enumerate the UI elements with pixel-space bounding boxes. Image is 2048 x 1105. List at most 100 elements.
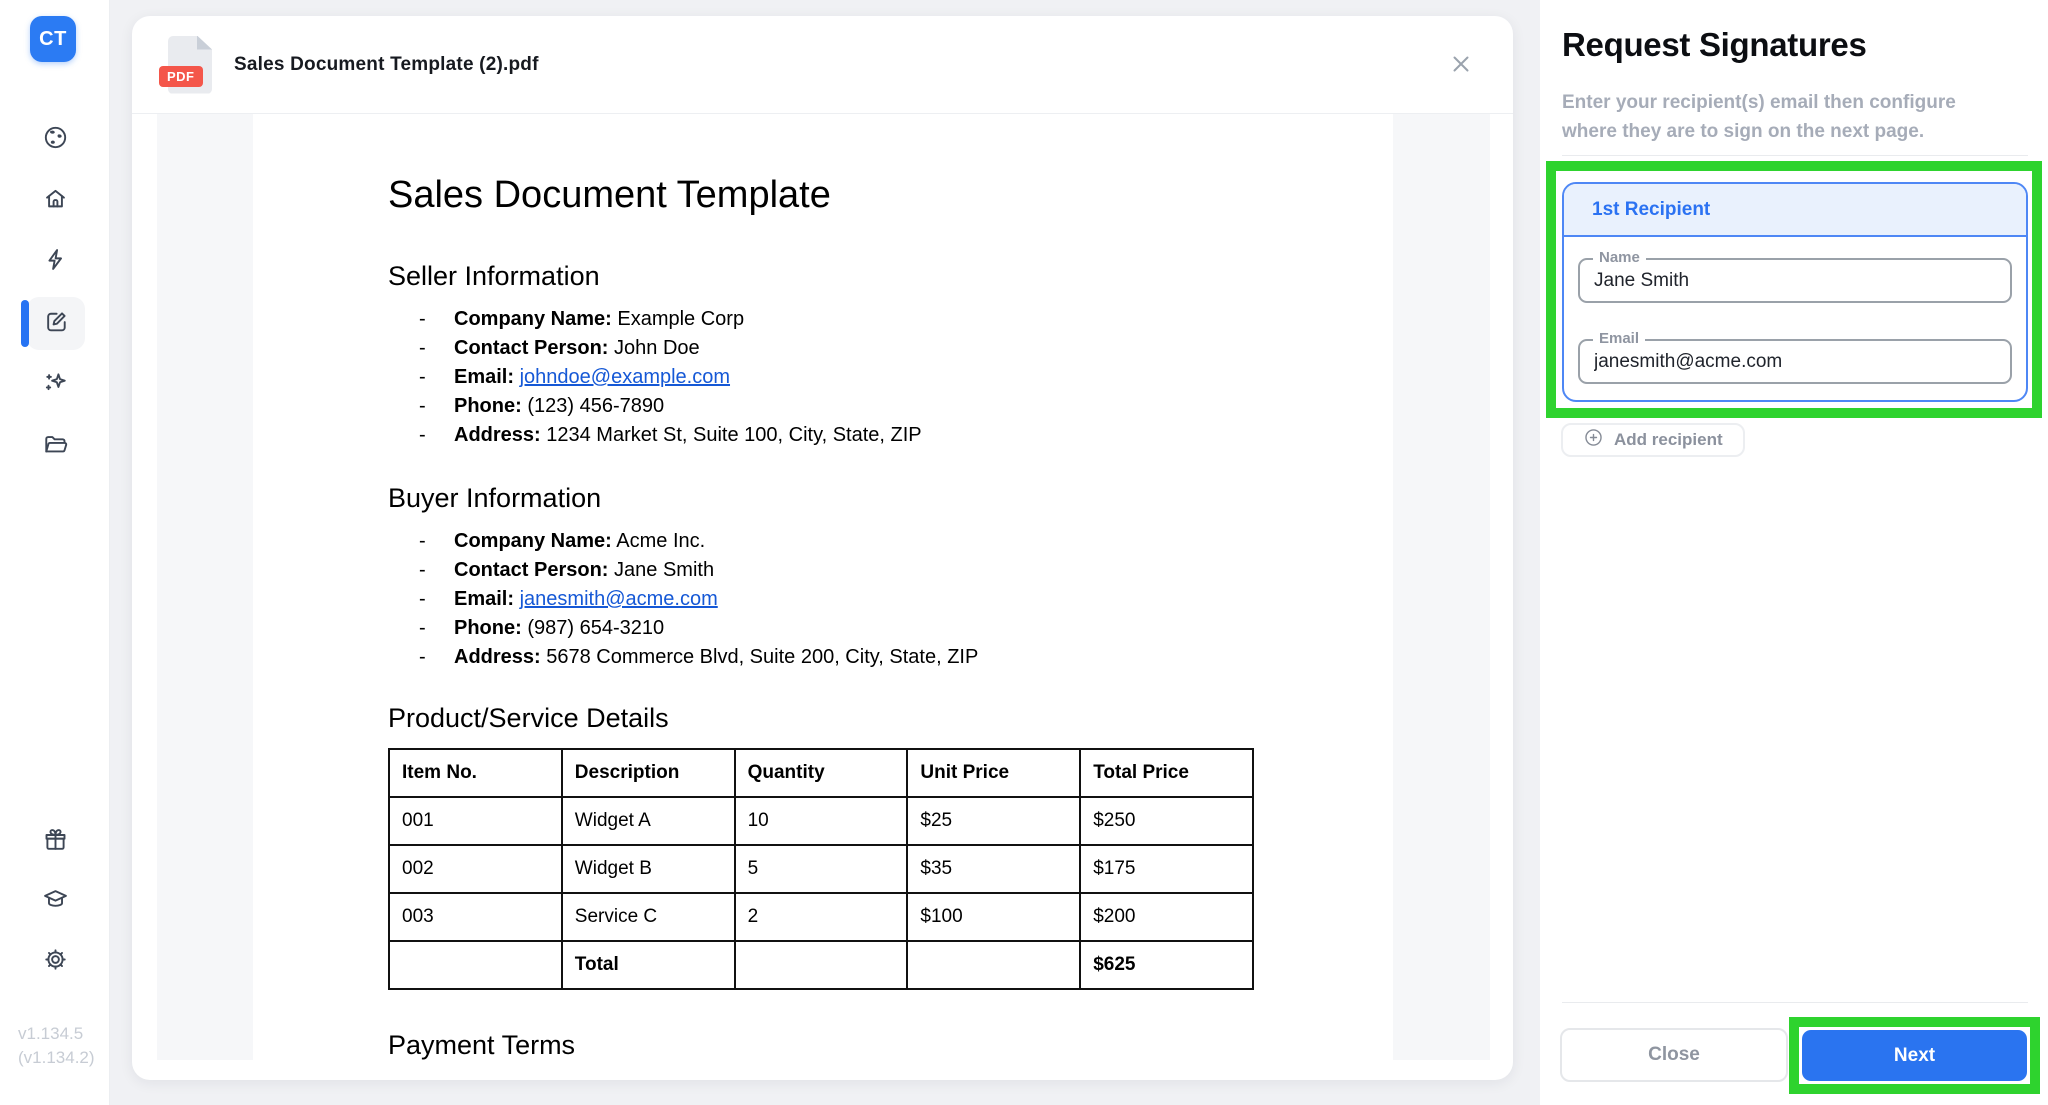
item-label: Contact Person: [454,559,609,581]
list-item: - Phone: (987) 654-3210 [388,614,1254,643]
col-header: Item No. [388,748,563,798]
product-table: Item No. Description Quantity Unit Price… [388,748,1254,990]
table-cell: Widget A [560,796,736,846]
email-link[interactable]: janesmith@acme.com [520,588,718,610]
pdf-badge: PDF [159,65,203,87]
item-label: Address: [454,424,541,446]
table-cell: $100 [906,892,1082,942]
sidebar-item-browse[interactable] [31,116,79,164]
list-item: - Company Name: Example Corp [388,305,1254,334]
bullet: - [419,588,426,610]
sidebar-item-files[interactable] [31,423,79,471]
sidebar-item-home[interactable] [31,177,79,225]
doc-title: Sales Document Template [388,174,831,216]
table-cell: Widget B [560,844,736,894]
item-label: Email: [454,588,515,610]
close-button[interactable]: Close [1560,1028,1788,1082]
close-modal-button[interactable] [1447,52,1475,80]
recipient-card-body: Name Email [1564,237,2026,400]
folder-icon [42,431,69,463]
item-value: 1234 Market St, Suite 100, City, State, … [540,424,922,446]
list-item: - Email: janesmith@acme.com [388,585,1254,614]
item-value: 5678 Commerce Blvd, Suite 200, City, Sta… [540,646,979,668]
list-item: - Contact Person: Jane Smith [388,556,1254,585]
item-label: Company Name: [454,308,612,330]
doc-heading-payment: Payment Terms [388,1030,576,1060]
item-value: Acme Inc. [611,530,706,552]
recipient-card-header: 1st Recipient [1564,184,2026,237]
item-label: Contact Person: [454,337,609,359]
panel-divider-bottom [1562,1002,2028,1003]
table-cell: 10 [733,796,909,846]
table-cell-total-value: $625 [1079,940,1254,990]
name-field-wrap: Name [1578,249,2012,303]
item-value: John Doe [608,337,700,359]
item-label: Address: [454,646,541,668]
recipient-card: 1st Recipient Name Email [1562,182,2028,402]
add-recipient-button[interactable]: Add recipient [1561,423,1745,457]
gift-icon [42,826,69,858]
table-cell: 001 [388,796,563,846]
sidebar-item-quick-actions[interactable] [31,238,79,286]
active-nav-indicator [21,300,29,347]
email-field-label: Email [1593,330,1646,347]
table-cell-total-label: Total [560,940,736,990]
edit-icon [43,308,70,340]
table-cell [388,940,563,990]
home-icon [42,185,69,217]
table-cell: $175 [1079,844,1254,894]
buyer-info-list: - Company Name: Acme Inc. - Contact Person… [388,527,1254,672]
item-label: Email: [454,366,515,388]
table-cell [906,940,1082,990]
list-item: - Contact Person: John Doe [388,334,1254,363]
subtitle-line-2: where they are to sign on the next page. [1562,121,1925,142]
list-item: - Company Name: Acme Inc. [388,527,1254,556]
table-cell: Service C [560,892,736,942]
bullet: - [419,646,426,668]
sidebar-item-learn[interactable] [31,878,79,926]
table-header-row: Item No. Description Quantity Unit Price… [388,748,1254,798]
annotation-box-recipient: 1st Recipient Name Email [1546,161,2042,418]
panel-divider-top [1562,155,2028,156]
bullet: - [419,395,426,417]
doc-heading-seller: Seller Information [388,261,600,291]
globe-icon [42,124,69,156]
table-cell: 002 [388,844,563,894]
name-field-label: Name [1593,249,1646,266]
document-filename: Sales Document Template (2).pdf [234,53,539,75]
table-cell: 5 [733,844,909,894]
app-screen: CT v1.134.5 (v1.134.2) PDF Sales Documen… [0,0,2048,1105]
version-line-2: (v1.134.2) [18,1048,95,1067]
app-logo[interactable]: CT [30,16,76,62]
next-button[interactable]: Next [1802,1030,2027,1081]
graduation-cap-icon [42,886,69,918]
col-header: Quantity [733,748,909,798]
col-header: Unit Price [906,748,1082,798]
table-cell: 003 [388,892,563,942]
table-total-row: Total $625 [388,940,1254,990]
close-icon [1449,52,1473,81]
table-row: 003 Service C 2 $100 $200 [388,892,1254,942]
item-label: Phone: [454,395,522,417]
item-label: Company Name: [454,530,612,552]
list-item: - Phone: (123) 456-7890 [388,392,1254,421]
app-version: v1.134.5 (v1.134.2) [18,1022,95,1070]
gear-icon [42,946,69,978]
sidebar-item-rewards[interactable] [31,818,79,866]
table-cell: $35 [906,844,1082,894]
doc-heading-buyer: Buyer Information [388,483,602,513]
sidebar-item-settings[interactable] [31,938,79,986]
list-item: - Address: 5678 Commerce Blvd, Suite 200,… [388,643,1254,672]
item-label: Phone: [454,617,522,639]
list-item: - Email: johndoe@example.com [388,363,1254,392]
table-row: 001 Widget A 10 $25 $250 [388,796,1254,846]
email-link[interactable]: johndoe@example.com [520,366,730,388]
email-field-wrap: Email [1578,330,2012,384]
sidebar-item-sign[interactable] [27,297,85,350]
add-recipient-label: Add recipient [1614,430,1723,449]
pdf-viewer[interactable]: Sales Document Template Seller Informati… [157,114,1490,1060]
bullet: - [419,530,426,552]
table-cell: $25 [906,796,1082,846]
sidebar-item-ai[interactable] [31,361,79,409]
panel-subtitle: Enter your recipient(s) email then confi… [1562,88,1956,146]
